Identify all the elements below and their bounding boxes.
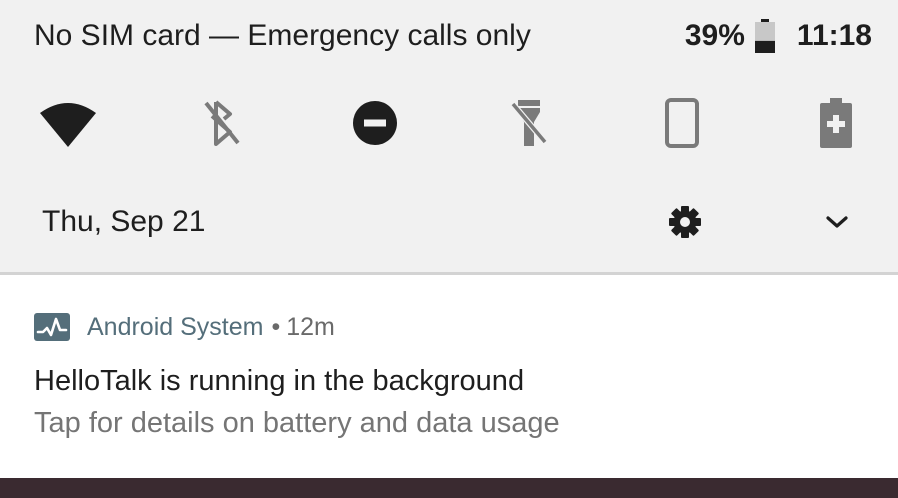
header-separator: • [271, 313, 281, 341]
do-not-disturb-icon [353, 101, 397, 145]
qs-tile-bluetooth[interactable] [190, 92, 254, 154]
carrier-status-text: No SIM card — Emergency calls only [34, 19, 531, 52]
notification-shade: No SIM card — Emergency calls only 39% 1… [0, 0, 898, 272]
notification-title: HelloTalk is running in the background [34, 365, 525, 397]
bluetooth-off-icon [204, 100, 240, 146]
qs-tile-auto-rotate[interactable] [650, 92, 714, 154]
qs-tile-do-not-disturb[interactable] [343, 92, 407, 154]
expand-button[interactable] [814, 200, 860, 244]
notification-text: Tap for details on battery and data usag… [34, 407, 560, 439]
qs-tile-battery-saver[interactable] [804, 92, 868, 154]
notification-time: 12m [286, 313, 335, 341]
gear-icon [669, 206, 701, 238]
notification-card[interactable]: Android System • 12m HelloTalk is running … [0, 275, 898, 478]
pulse-chart-icon [34, 313, 70, 341]
auto-rotate-off-icon [665, 98, 699, 148]
settings-button[interactable] [662, 200, 708, 244]
date-label: Thu, Sep 21 [42, 205, 206, 238]
wifi-icon [40, 103, 96, 147]
notification-header: Android System • 12m [87, 311, 335, 343]
flashlight-off-icon [510, 100, 548, 146]
battery-saver-icon [820, 98, 852, 148]
quick-settings-row [0, 92, 898, 154]
wallpaper-strip [0, 478, 898, 498]
notification-app-name: Android System [87, 313, 264, 341]
battery-percent: 39% [684, 19, 745, 52]
battery-icon [754, 19, 775, 53]
clock: 11:18 [796, 19, 872, 52]
qs-tile-flashlight[interactable] [497, 92, 561, 154]
qs-tile-wifi[interactable] [36, 92, 100, 154]
status-bar-right: 39% 11:18 [685, 16, 872, 56]
chevron-down-icon [826, 216, 848, 228]
